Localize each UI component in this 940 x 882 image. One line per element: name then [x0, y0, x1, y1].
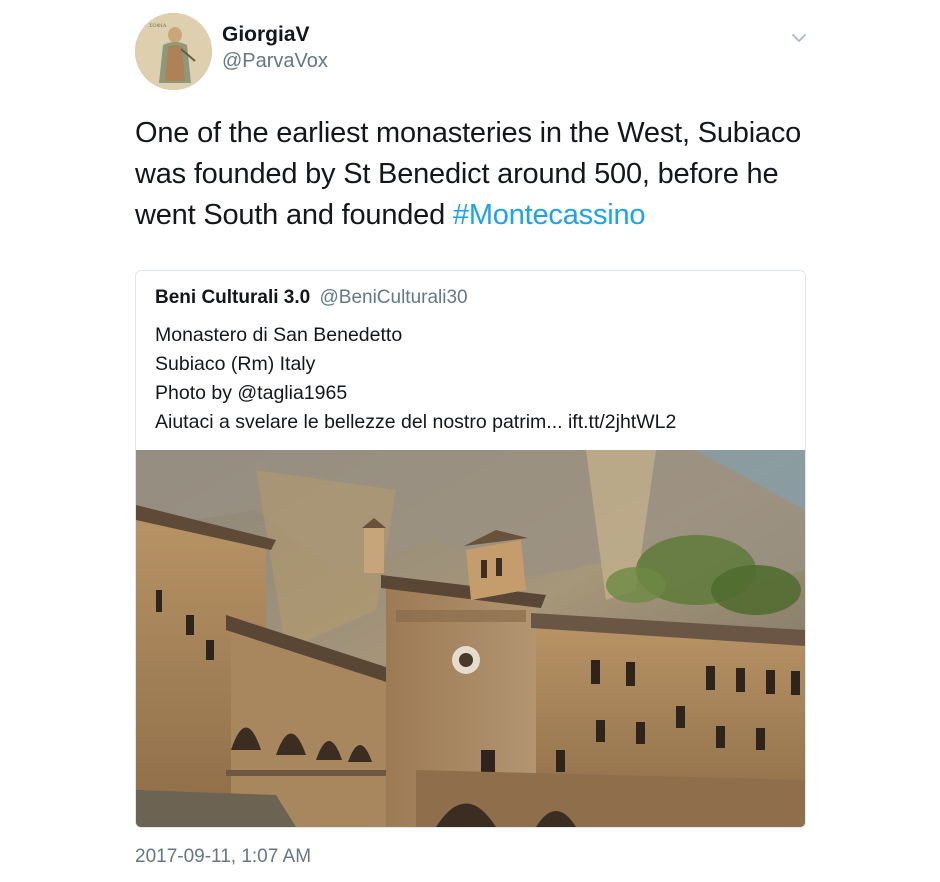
quoted-line: Aiutaci a svelare le bellezze del nostro… [155, 411, 677, 433]
chevron-down-icon[interactable] [785, 27, 813, 49]
avatar[interactable]: ΣΟΦΙΑ [135, 13, 212, 90]
quoted-display-name[interactable]: Beni Culturali 3.0 [155, 287, 310, 308]
quoted-line: Photo by @taglia1965 [155, 382, 348, 404]
author-display-name[interactable]: GiorgiaV [222, 23, 310, 47]
quoted-tweet-card[interactable]: Beni Culturali 3.0 @BeniCulturali30 Mona… [135, 270, 806, 828]
quoted-handle[interactable]: @BeniCulturali30 [319, 287, 467, 308]
quoted-tweet-header: Beni Culturali 3.0 @BeniCulturali30 [155, 287, 468, 309]
tweet-timestamp[interactable]: 2017-09-11, 1:07 AM [135, 846, 311, 868]
svg-text:ΣΟΦΙΑ: ΣΟΦΙΑ [149, 23, 167, 29]
quoted-line: Monastero di San Benedetto [155, 324, 403, 346]
quoted-tweet-text: Monastero di San Benedetto Subiaco (Rm) … [155, 321, 676, 437]
quoted-line: Subiaco (Rm) Italy [155, 353, 316, 375]
author-handle[interactable]: @ParvaVox [222, 50, 328, 73]
hashtag-link[interactable]: #Montecassino [453, 199, 646, 231]
monastery-photo[interactable] [136, 450, 805, 827]
tweet-text: One of the earliest monasteries in the W… [135, 113, 825, 236]
fresco-figure-avatar-icon: ΣΟΦΙΑ [135, 13, 212, 90]
